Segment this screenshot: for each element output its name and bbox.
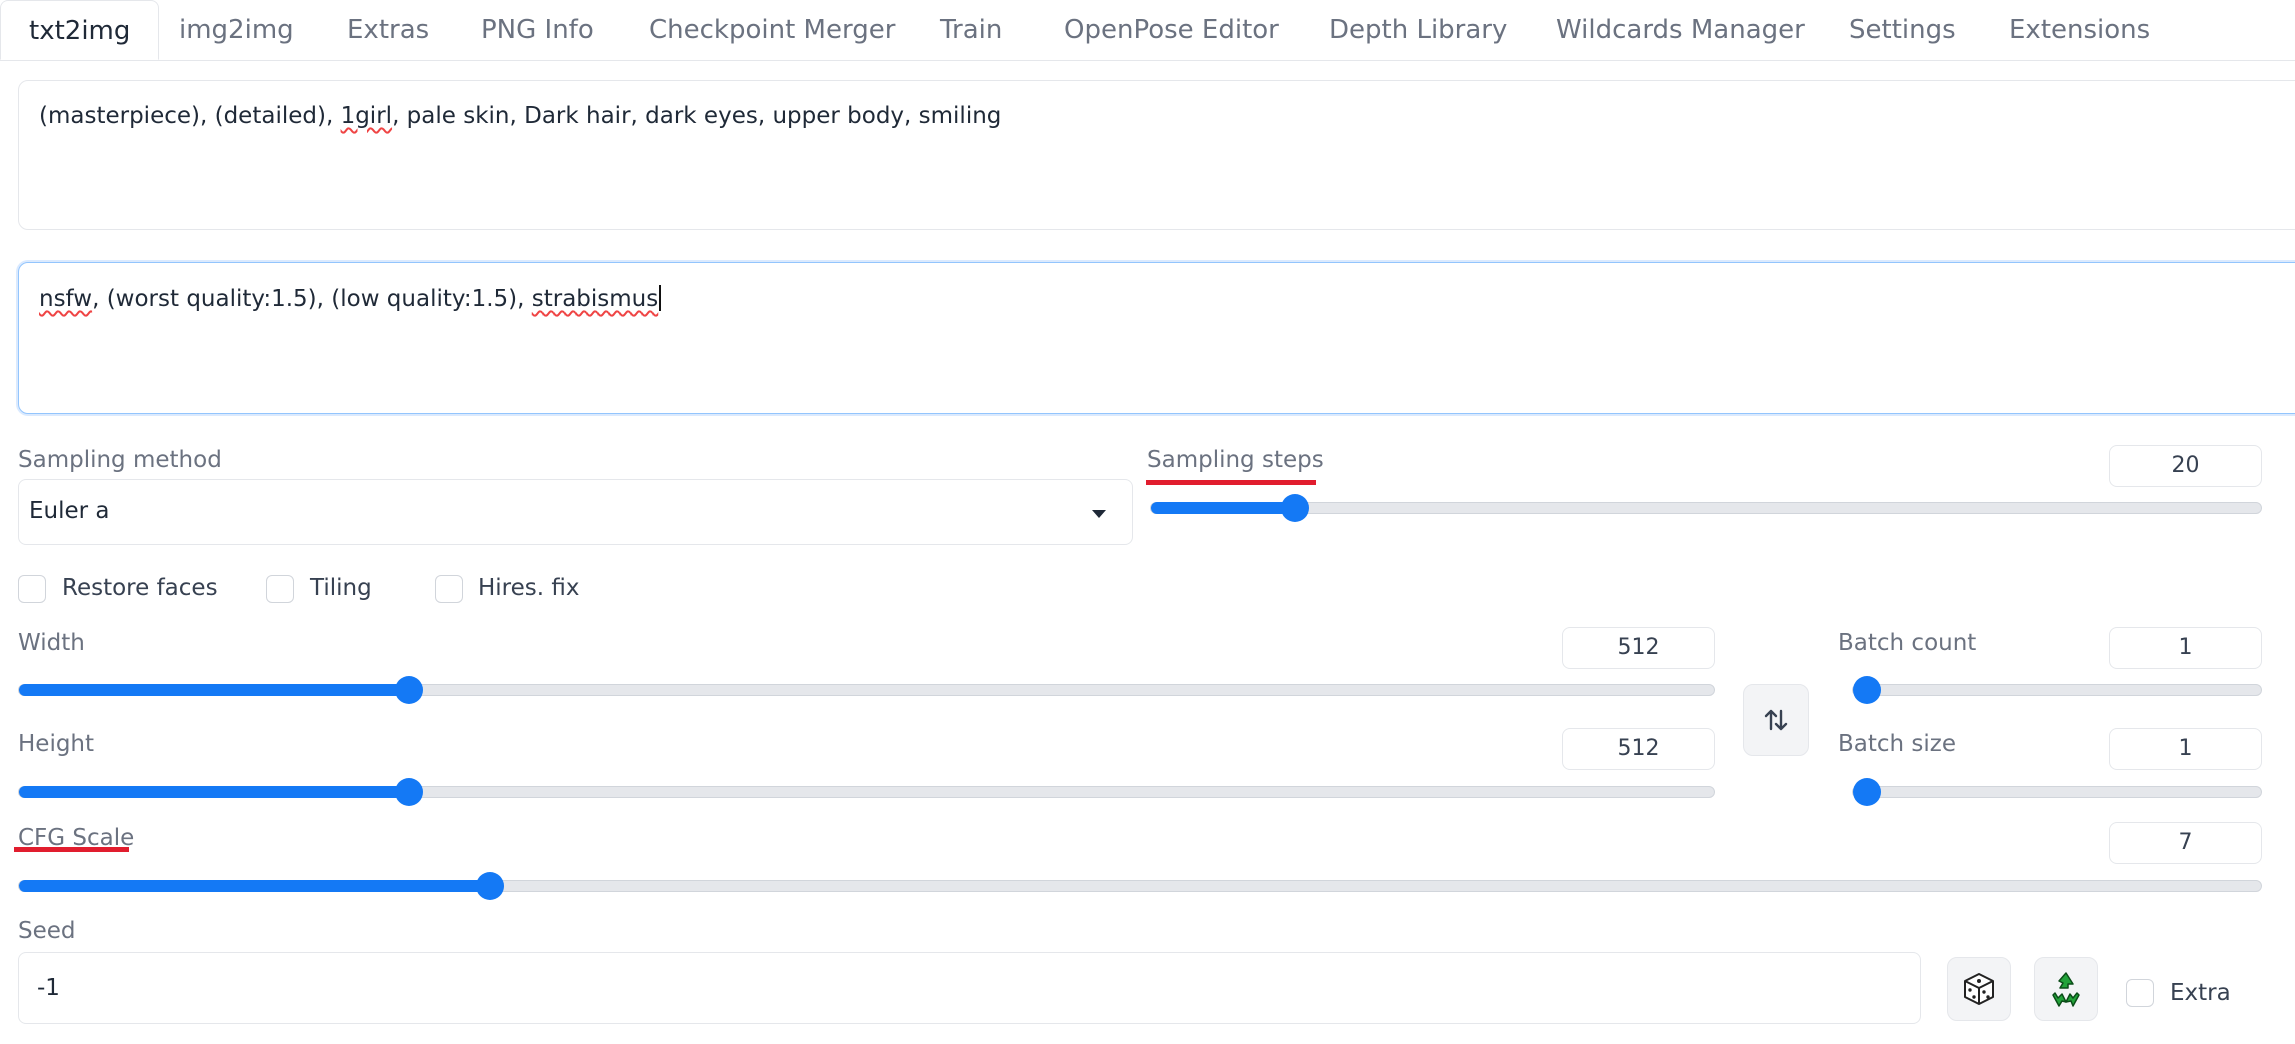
tab-img2img[interactable]: img2img bbox=[179, 0, 294, 60]
swap-dimensions-button[interactable] bbox=[1743, 684, 1809, 756]
cfg-scale-slider[interactable] bbox=[18, 872, 2262, 900]
sampling-method-dropdown[interactable]: Euler a bbox=[18, 479, 1133, 545]
random-seed-button[interactable] bbox=[1947, 957, 2011, 1021]
width-input[interactable]: 512 bbox=[1562, 627, 1715, 669]
batch-count-label: Batch count bbox=[1838, 630, 1977, 656]
slider-thumb[interactable] bbox=[394, 676, 423, 704]
reuse-seed-button[interactable] bbox=[2034, 957, 2098, 1021]
batch-size-input[interactable]: 1 bbox=[2109, 728, 2262, 770]
slider-fill bbox=[1151, 502, 1296, 514]
tab-checkpoint-merger[interactable]: Checkpoint Merger bbox=[649, 0, 895, 60]
annotation-underline bbox=[14, 847, 129, 852]
slider-fill bbox=[19, 684, 409, 696]
tab-openpose-editor[interactable]: OpenPose Editor bbox=[1064, 0, 1279, 60]
cfg-scale-input[interactable]: 7 bbox=[2109, 822, 2262, 864]
slider-fill bbox=[19, 786, 409, 798]
batch-count-input[interactable]: 1 bbox=[2109, 627, 2262, 669]
slider-thumb[interactable] bbox=[394, 778, 423, 806]
sampling-method-value: Euler a bbox=[29, 498, 110, 524]
tab-depth-library[interactable]: Depth Library bbox=[1329, 0, 1507, 60]
tab-png-info[interactable]: PNG Info bbox=[481, 0, 594, 60]
height-slider[interactable] bbox=[18, 778, 1715, 806]
slider-thumb[interactable] bbox=[1853, 778, 1881, 806]
tab-extras[interactable]: Extras bbox=[347, 0, 429, 60]
negative-misspelled-word: strabismus bbox=[531, 286, 659, 312]
prompt-text-part: (masterpiece), (detailed), bbox=[39, 103, 341, 129]
seed-value: -1 bbox=[37, 975, 60, 1001]
prompt-text-part: , pale skin, Dark hair, dark eyes, upper… bbox=[392, 103, 1002, 129]
tiling-label: Tiling bbox=[310, 575, 372, 601]
width-label: Width bbox=[18, 630, 85, 656]
restore-faces-checkbox[interactable] bbox=[18, 575, 46, 603]
tab-settings[interactable]: Settings bbox=[1849, 0, 1956, 60]
tab-extensions[interactable]: Extensions bbox=[2009, 0, 2150, 60]
height-input[interactable]: 512 bbox=[1562, 728, 1715, 770]
annotation-underline bbox=[1146, 480, 1316, 485]
swap-dimensions-icon bbox=[1764, 709, 1788, 731]
tab-bar: txt2img img2img Extras PNG Info Checkpoi… bbox=[0, 0, 2295, 61]
tab-train[interactable]: Train bbox=[940, 0, 1002, 60]
sampling-steps-input[interactable]: 20 bbox=[2109, 445, 2262, 487]
hires-fix-checkbox[interactable] bbox=[435, 575, 463, 603]
slider-thumb[interactable] bbox=[1281, 494, 1310, 522]
sampling-method-label: Sampling method bbox=[18, 447, 222, 473]
batch-size-slider[interactable] bbox=[1852, 778, 2262, 806]
dice-icon bbox=[1964, 973, 1994, 1005]
seed-input[interactable]: -1 bbox=[18, 952, 1921, 1024]
hires-fix-label: Hires. fix bbox=[478, 575, 580, 601]
slider-fill bbox=[19, 880, 490, 892]
slider-thumb[interactable] bbox=[1853, 676, 1881, 704]
tab-txt2img[interactable]: txt2img bbox=[0, 0, 160, 60]
negative-text-part: , (worst quality:1.5), (low quality:1.5)… bbox=[92, 286, 532, 312]
height-label: Height bbox=[18, 731, 95, 757]
batch-size-label: Batch size bbox=[1838, 731, 1957, 757]
chevron-down-icon bbox=[1092, 510, 1106, 518]
restore-faces-label: Restore faces bbox=[62, 575, 218, 601]
tab-wildcards-manager[interactable]: Wildcards Manager bbox=[1556, 0, 1805, 60]
sampling-steps-slider[interactable] bbox=[1150, 494, 2262, 522]
tiling-checkbox[interactable] bbox=[266, 575, 294, 603]
width-slider[interactable] bbox=[18, 676, 1715, 704]
sampling-steps-label: Sampling steps bbox=[1147, 447, 1324, 473]
slider-thumb[interactable] bbox=[475, 872, 504, 900]
seed-label: Seed bbox=[18, 918, 76, 944]
negative-prompt-textarea[interactable]: nsfw, (worst quality:1.5), (low quality:… bbox=[18, 262, 2295, 414]
batch-count-slider[interactable] bbox=[1852, 676, 2262, 704]
prompt-misspelled-word: 1girl bbox=[340, 103, 393, 129]
extra-checkbox[interactable] bbox=[2126, 979, 2154, 1007]
text-caret bbox=[659, 285, 662, 311]
negative-misspelled-word: nsfw bbox=[39, 286, 93, 312]
recycle-icon bbox=[2052, 972, 2080, 1007]
extra-label: Extra bbox=[2170, 980, 2231, 1006]
prompt-textarea[interactable]: (masterpiece), (detailed), 1girl, pale s… bbox=[18, 80, 2295, 230]
